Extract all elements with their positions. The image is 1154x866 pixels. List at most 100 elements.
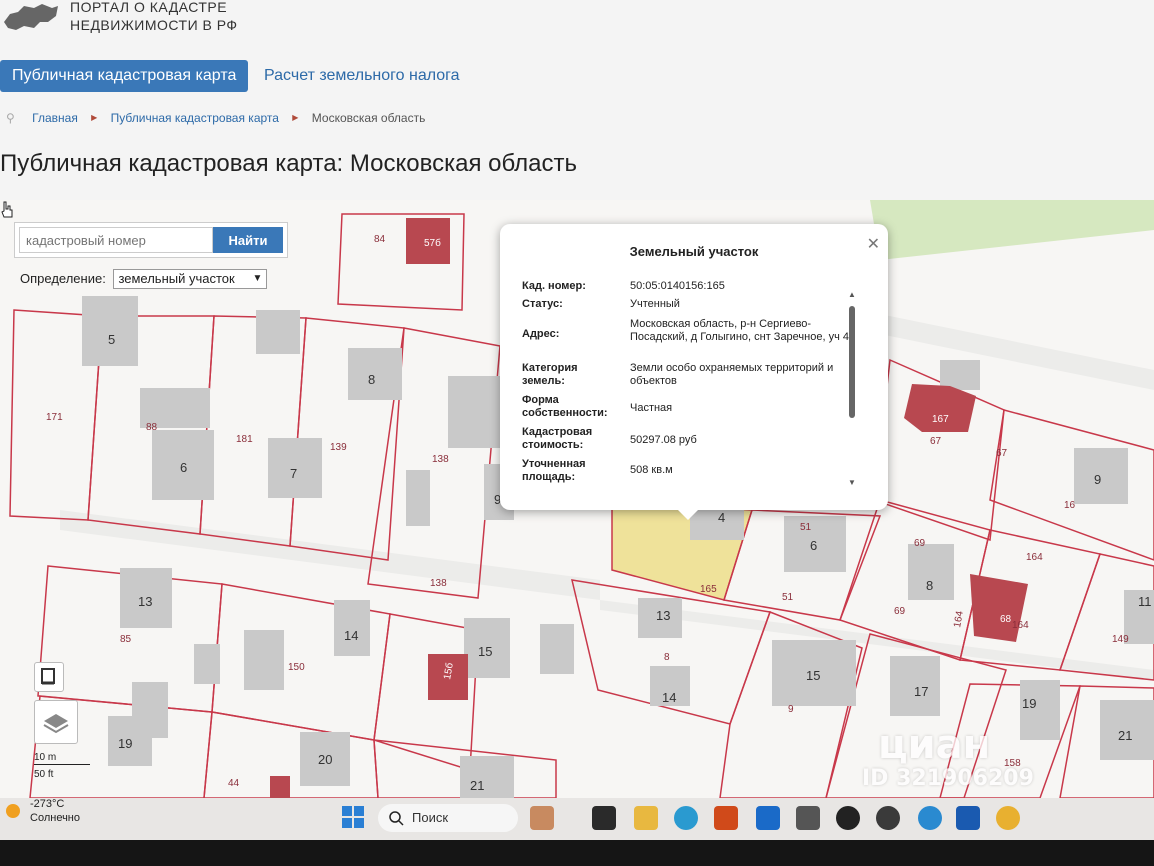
svg-text:44: 44 (228, 778, 240, 789)
cian-watermark: циан ID 321906209 (836, 722, 1056, 792)
store-icon[interactable] (714, 806, 738, 830)
taskbar-search-label: Поиск (412, 810, 449, 825)
parcel-info-popup: Земельный участок ✕ Кад. номер: 50:05:01… (500, 224, 888, 520)
svg-text:138: 138 (432, 454, 449, 465)
svg-text:6: 6 (810, 538, 817, 553)
search-icon (389, 811, 404, 826)
watermark-brand: циан (878, 722, 991, 768)
site-brand[interactable]: ПОРТАЛ О КАДАСТРЕ НЕДВИЖИМОСТИ В РФ (0, 0, 300, 40)
breadcrumb-current: Московская область (311, 110, 426, 125)
close-icon[interactable]: ✕ (867, 234, 880, 254)
settings-gear-icon[interactable] (876, 806, 900, 830)
scroll-down-icon[interactable]: ▼ (848, 478, 856, 487)
chevron-down-icon: ▼ (252, 273, 263, 284)
breadcrumb-separator-icon: ▶ (91, 112, 98, 122)
svg-text:164: 164 (1012, 620, 1029, 631)
scale-bar (34, 764, 90, 765)
svg-text:14: 14 (662, 690, 676, 705)
popup-value: Частная (630, 402, 673, 414)
layers-button[interactable] (34, 700, 78, 744)
popup-value: Московская область, р-н Сергиево-Посадск… (630, 318, 849, 343)
definition-value: земельный участок (118, 271, 235, 286)
svg-text:16: 16 (1064, 500, 1076, 511)
word-icon[interactable] (956, 806, 980, 830)
brand-title: ПОРТАЛ О КАДАСТРЕ НЕДВИЖИМОСТИ В РФ (70, 0, 238, 34)
svg-text:69: 69 (914, 538, 926, 549)
svg-text:13: 13 (656, 608, 670, 623)
popup-label: Адрес: (522, 328, 560, 340)
task-view-icon[interactable] (592, 806, 616, 830)
svg-text:9: 9 (788, 704, 794, 715)
svg-text:21: 21 (1118, 728, 1132, 743)
browser-screen: ПОРТАЛ О КАДАСТРЕ НЕДВИЖИМОСТИ В РФ Публ… (0, 0, 1154, 798)
hand-cursor-icon (1, 201, 13, 218)
svg-text:19: 19 (1022, 696, 1036, 711)
svg-text:13: 13 (138, 594, 152, 609)
svg-text:139: 139 (330, 442, 347, 453)
location-pin-icon: ⚲ (6, 110, 15, 125)
svg-text:68: 68 (1000, 614, 1012, 625)
svg-text:57б: 57б (424, 237, 441, 249)
svg-text:85: 85 (120, 634, 132, 645)
svg-text:5: 5 (108, 332, 115, 347)
svg-text:17: 17 (914, 684, 928, 699)
main-nav: Публичная кадастровая карта Расчет земел… (0, 60, 1154, 94)
popup-value: 50297.08 руб (630, 434, 697, 446)
map-scale: 10 m 50 ft (34, 752, 90, 780)
monitor-bezel (0, 840, 1154, 866)
cadastral-number-input[interactable] (19, 227, 213, 253)
edge-browser-icon[interactable] (674, 806, 698, 830)
svg-text:4: 4 (718, 510, 725, 525)
popup-label: Кадастровая стоимость: (522, 426, 593, 451)
cadastral-map[interactable]: 84 171 88 181 139 138 138 85 150 44 165 … (0, 200, 1154, 798)
popup-label: Кад. номер: (522, 280, 586, 292)
svg-text:67: 67 (996, 448, 1008, 459)
widget-app-icon[interactable] (530, 806, 554, 830)
definition-select[interactable]: земельный участок ▼ (113, 269, 268, 289)
scroll-thumb[interactable] (849, 306, 855, 418)
tab-land-tax-calc[interactable]: Расчет земельного налога (252, 60, 472, 92)
scale-meters: 10 m (34, 752, 57, 763)
svg-text:8: 8 (368, 372, 375, 387)
file-explorer-icon[interactable] (634, 806, 658, 830)
taskbar-search[interactable]: Поиск (378, 804, 518, 832)
page-title: Публичная кадастровая карта: Московская … (0, 150, 577, 177)
popup-value: 508 кв.м (630, 464, 673, 476)
breadcrumb: ⚲ Главная ▶ Публичная кадастровая карта … (6, 108, 425, 126)
svg-text:15: 15 (478, 644, 492, 659)
telegram-icon[interactable] (918, 806, 942, 830)
media-player-icon[interactable] (836, 806, 860, 830)
popup-value: Учтенный (630, 298, 680, 310)
svg-text:138: 138 (430, 578, 447, 589)
popup-pointer (678, 510, 698, 520)
windows-start-icon[interactable] (342, 806, 364, 828)
svg-text:67: 67 (930, 436, 942, 447)
brand-line-1: ПОРТАЛ О КАДАСТРЕ (70, 0, 228, 15)
svg-text:84: 84 (374, 234, 386, 245)
popup-scrollbar[interactable]: ▲ ▼ (848, 290, 856, 488)
svg-text:150: 150 (288, 662, 305, 673)
popup-title: Земельный участок (629, 244, 759, 259)
outlook-icon[interactable] (756, 806, 780, 830)
breadcrumb-map[interactable]: Публичная кадастровая карта (111, 109, 279, 127)
chrome-icon[interactable] (996, 806, 1020, 830)
scroll-up-icon[interactable]: ▲ (848, 290, 856, 299)
tab-public-cadastral-map[interactable]: Публичная кадастровая карта (0, 60, 249, 92)
svg-text:20: 20 (318, 752, 332, 767)
svg-text:14: 14 (344, 628, 358, 643)
definition-label: Определение: (20, 271, 106, 286)
find-button[interactable]: Найти (213, 227, 283, 253)
measure-button[interactable] (34, 662, 64, 692)
windows-taskbar: -273°C Солнечно Поиск (0, 798, 1154, 840)
watermark-id: ID 321906209 (862, 766, 1034, 791)
definition-row: Определение: земельный участок ▼ (20, 268, 268, 290)
svg-text:9: 9 (1094, 472, 1101, 487)
svg-text:8: 8 (926, 578, 933, 593)
breadcrumb-home[interactable]: Главная (32, 109, 78, 127)
svg-text:21: 21 (470, 778, 484, 793)
cadastral-search: Найти (14, 222, 288, 258)
layers-icon (43, 714, 69, 734)
svg-text:165: 165 (700, 584, 717, 595)
popup-label: Категория земель: (522, 362, 578, 387)
app-icon[interactable] (796, 806, 820, 830)
